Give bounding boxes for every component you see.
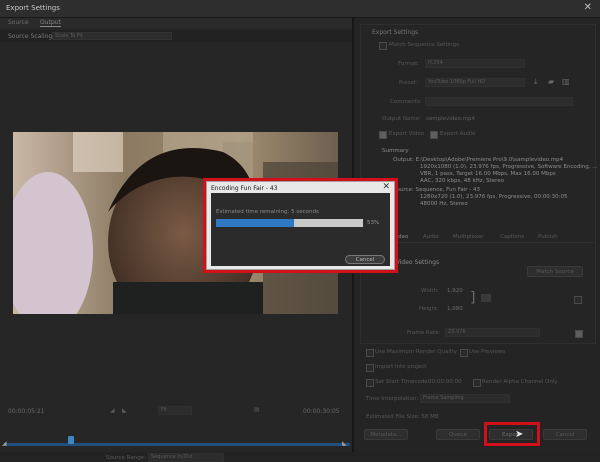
- summary-source-line: Source: Sequence, Fun Fair - 43: [393, 187, 480, 193]
- summary-heading[interactable]: Summary: [382, 148, 409, 155]
- queue-button[interactable]: Queue: [436, 429, 480, 440]
- encoding-progress-bar: [216, 219, 363, 227]
- summary-output-line: VBR, 1 pass, Target 16.00 Mbps, Max 16.0…: [420, 171, 556, 177]
- timeline-track[interactable]: [4, 443, 350, 446]
- encoding-progress-percent: 53%: [367, 220, 380, 226]
- tab-captions[interactable]: Captions: [500, 234, 524, 240]
- window-title: Export Settings: [6, 4, 60, 12]
- import-into-project-label: Import into project: [375, 364, 427, 370]
- format-label: Format:: [398, 61, 420, 67]
- comments-input[interactable]: [425, 97, 573, 106]
- width-height-checkbox[interactable]: [574, 296, 582, 304]
- frame-rate-dropdown[interactable]: 23.976: [445, 328, 540, 337]
- estimated-time-remaining: Estimated time remaining: 5 seconds: [216, 209, 319, 215]
- height-value[interactable]: 1,080: [447, 306, 463, 312]
- use-previews-label: Use Previews: [469, 349, 506, 355]
- export-video-checkbox[interactable]: [379, 131, 387, 139]
- cancel-button[interactable]: Cancel: [543, 429, 587, 440]
- summary-output-line: Output: E:\Desktop\Adobe\Premiere Pro\9.…: [393, 157, 564, 163]
- link-bracket-icon: ]: [470, 290, 476, 306]
- time-interpolation-dropdown[interactable]: Frame Sampling: [420, 394, 510, 403]
- match-sequence-label: Match Sequence Settings: [389, 42, 459, 48]
- export-audio-checkbox[interactable]: [430, 131, 438, 139]
- set-start-timecode-label: Set Start Timecode: [375, 379, 428, 385]
- preview-tabs: Source Output: [0, 18, 352, 28]
- encoding-dialog: Encoding Fun Fair - 43 ✕ Estimated time …: [206, 181, 395, 270]
- out-point-icon[interactable]: ◣: [342, 440, 347, 447]
- settings-tabs: Video Audio Multiplexer Captions Publish: [383, 232, 594, 243]
- source-scaling-dropdown[interactable]: Scale To Fit: [52, 32, 172, 40]
- chain-link-icon[interactable]: [481, 294, 491, 302]
- max-render-quality-checkbox[interactable]: [366, 349, 374, 357]
- max-render-quality-label: Use Maximum Render Quality: [375, 349, 457, 355]
- mouse-cursor-icon: ➤: [515, 429, 524, 440]
- close-icon[interactable]: ✕: [382, 182, 390, 192]
- mark-out-icon[interactable]: ◣: [122, 407, 127, 414]
- playhead-handle[interactable]: [68, 436, 74, 444]
- tab-publish[interactable]: Publish: [538, 234, 558, 240]
- summary-output-line: 1920x1080 (1.0), 23.976 fps, Progressive…: [420, 164, 598, 170]
- aspect-icon[interactable]: ▤: [254, 406, 260, 413]
- summary-source-line: 1280x720 (1.0), 23.976 fps, Progressive,…: [420, 194, 568, 200]
- frame-rate-checkbox[interactable]: [575, 330, 583, 338]
- source-scaling-label: Source Scaling:: [8, 33, 55, 40]
- import-into-project-checkbox[interactable]: [366, 364, 374, 372]
- height-label: Height:: [419, 306, 440, 312]
- set-start-timecode-checkbox[interactable]: [366, 379, 374, 387]
- estimated-file-size: Estimated File Size: 58 MB: [366, 414, 439, 420]
- fit-dropdown[interactable]: Fit: [158, 406, 192, 415]
- tab-audio[interactable]: Audio: [423, 234, 439, 240]
- window-titlebar: Export Settings ✕: [0, 0, 600, 18]
- export-audio-label: Export Audio: [440, 131, 476, 137]
- width-label: Width:: [421, 288, 439, 294]
- export-highlight-box: [484, 422, 540, 446]
- format-dropdown[interactable]: H.264: [425, 59, 525, 68]
- mark-in-icon[interactable]: ◢: [110, 407, 115, 414]
- export-video-label: Export Video: [389, 131, 425, 137]
- match-source-button[interactable]: Match Source: [527, 266, 583, 277]
- tab-multiplexer[interactable]: Multiplexer: [453, 234, 483, 240]
- encoding-progress-fill: [216, 219, 294, 227]
- tab-output[interactable]: Output: [40, 19, 61, 27]
- start-timecode-value[interactable]: 00:00:00:00: [428, 379, 462, 385]
- metadata-button[interactable]: Metadata...: [364, 429, 408, 440]
- tab-source[interactable]: Source: [8, 19, 29, 26]
- summary-source-line: 48000 Hz, Stereo: [420, 201, 468, 207]
- render-alpha-label: Render Alpha Channel Only: [482, 379, 558, 385]
- time-interpolation-label: Time Interpolation:: [366, 396, 419, 402]
- source-range-dropdown[interactable]: Sequence In/Out: [148, 453, 224, 462]
- source-range-label: Source Range:: [106, 455, 146, 461]
- match-sequence-checkbox[interactable]: [379, 42, 387, 50]
- output-name-label: Output Name:: [382, 116, 421, 122]
- preset-label: Preset:: [399, 80, 419, 86]
- preset-dropdown[interactable]: YouTube 1080p Full HD: [425, 78, 525, 87]
- render-alpha-checkbox[interactable]: [473, 379, 481, 387]
- import-preset-icon[interactable]: ▰: [548, 77, 554, 86]
- encoding-dialog-body: Estimated time remaining: 5 seconds 53% …: [211, 193, 390, 266]
- end-timecode: 00:00:30:05: [303, 408, 340, 415]
- source-scaling-row: Source Scaling: Scale To Fit: [0, 30, 352, 42]
- delete-preset-icon[interactable]: ▥: [562, 77, 570, 86]
- close-icon[interactable]: ✕: [584, 2, 592, 13]
- export-settings-heading[interactable]: Export Settings: [372, 29, 418, 36]
- save-preset-icon[interactable]: ⤓: [534, 77, 538, 87]
- summary-output-line: AAC, 320 kbps, 48 kHz, Stereo: [420, 178, 505, 184]
- encoding-dialog-title: Encoding Fun Fair - 43: [211, 185, 278, 192]
- width-value[interactable]: 1,920: [447, 288, 463, 294]
- use-previews-checkbox[interactable]: [460, 349, 468, 357]
- in-point-icon[interactable]: ◢: [2, 440, 7, 447]
- output-name-link[interactable]: samplevideo.mp4: [426, 116, 475, 122]
- summary-source: Source: Sequence, Fun Fair - 43 1280x720…: [393, 187, 568, 208]
- summary-output: Output: E:\Desktop\Adobe\Premiere Pro\9.…: [393, 157, 598, 185]
- encoding-cancel-button[interactable]: Cancel: [345, 255, 385, 264]
- frame-rate-label: Frame Rate:: [407, 330, 441, 336]
- current-timecode[interactable]: 00:00:05:21: [8, 408, 45, 415]
- comments-label: Comments:: [390, 99, 422, 105]
